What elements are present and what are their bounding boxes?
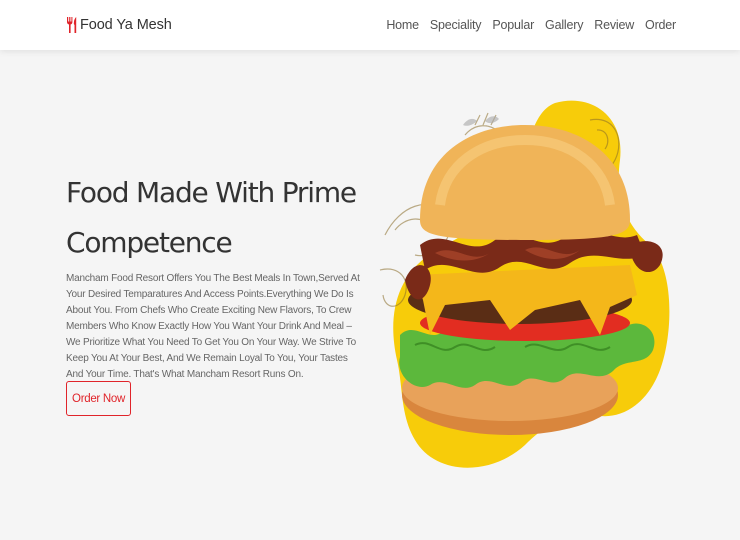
logo-text: Food Ya Mesh [80, 17, 172, 33]
logo[interactable]: Food Ya Mesh [66, 16, 172, 34]
hero-description: Mancham Food Resort Offers You The Best … [66, 273, 360, 380]
nav-home[interactable]: Home [386, 18, 419, 32]
navbar: Food Ya Mesh Home Speciality Popular Gal… [0, 0, 740, 50]
nav-order[interactable]: Order [645, 18, 676, 32]
nav-gallery[interactable]: Gallery [545, 18, 583, 32]
burger-image [375, 95, 675, 475]
order-now-button[interactable]: Order Now [66, 381, 131, 416]
nav-speciality[interactable]: Speciality [430, 18, 482, 32]
hero-section: Food Made With Prime Competence Mancham … [66, 168, 366, 416]
main-nav: Home Speciality Popular Gallery Review O… [386, 18, 676, 32]
nav-review[interactable]: Review [594, 18, 634, 32]
utensils-icon [66, 16, 78, 34]
nav-popular[interactable]: Popular [492, 18, 534, 32]
hero-title: Food Made With Prime Competence [66, 176, 357, 259]
